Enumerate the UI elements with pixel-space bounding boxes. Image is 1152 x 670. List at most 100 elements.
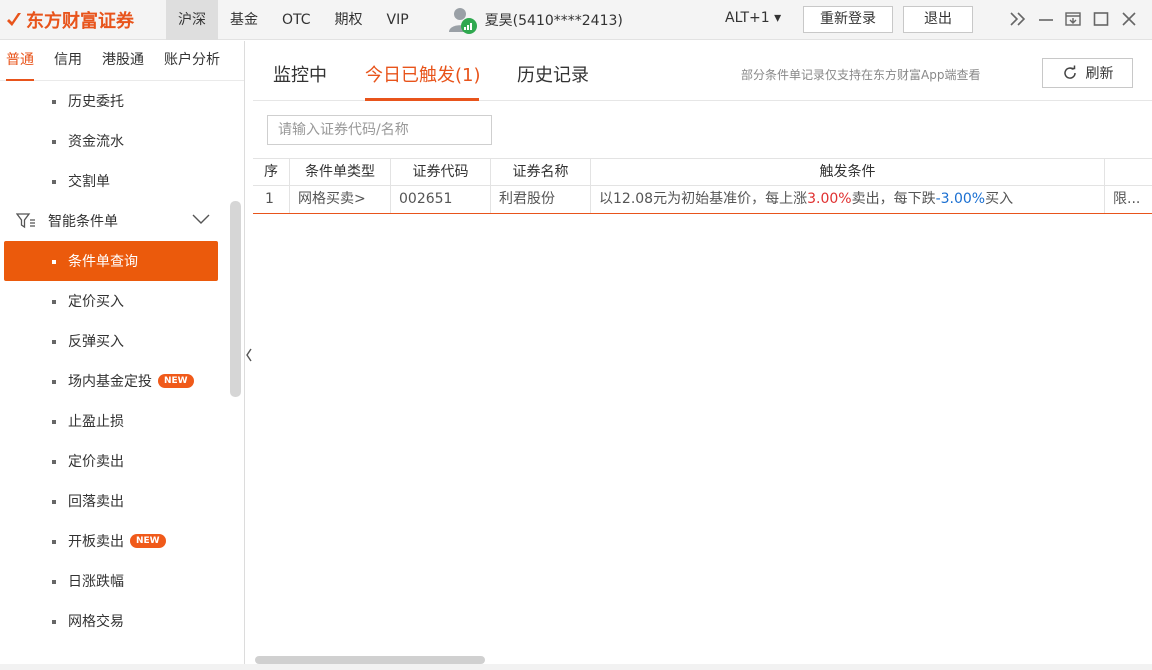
cell-more: 限... xyxy=(1113,191,1141,207)
search-input[interactable] xyxy=(267,115,492,145)
logout-button[interactable]: 退出 xyxy=(903,6,973,33)
cell-type-link[interactable]: 网格买卖> xyxy=(290,186,391,213)
market-tab-vip[interactable]: VIP xyxy=(375,0,421,40)
sidebar-scrollbar[interactable] xyxy=(230,201,241,397)
sidebar-group-label: 智能条件单 xyxy=(48,214,118,230)
sidebar-menu: 历史委托 资金流水 交割单 智能条件单 条件单查询 定价买入 反弹买入 场内基金… xyxy=(0,81,244,641)
sidebar-tab-hk-connect[interactable]: 港股通 xyxy=(102,41,144,81)
bullet-icon xyxy=(52,300,56,304)
market-tab-otc[interactable]: OTC xyxy=(270,0,323,40)
bottom-edge xyxy=(0,664,1152,670)
table-row[interactable]: 1 网格买卖> 002651 利君股份 以12.08元为初始基准价，每上涨3.0… xyxy=(253,186,1152,214)
maximize-icon[interactable] xyxy=(1090,8,1112,30)
condition-down-pct: -3.00% xyxy=(935,191,986,207)
sidebar-item-open-board-sell[interactable]: 开板卖出 NEW xyxy=(0,521,244,561)
active-tab-indicator xyxy=(365,98,479,101)
sidebar-item-label: 条件单查询 xyxy=(68,254,138,270)
logo-text: 东方财富证券 xyxy=(26,10,134,32)
cell-condition: 以12.08元为初始基准价，每上涨3.00%卖出，每下跌-3.00%买入 xyxy=(591,186,1105,213)
sidebar-item-rebound-buy[interactable]: 反弹买入 xyxy=(0,321,244,361)
refresh-button[interactable]: 刷新 xyxy=(1042,58,1133,88)
sidebar-item-label: 网格交易 xyxy=(68,614,124,630)
bullet-icon xyxy=(52,460,56,464)
market-tab-fund[interactable]: 基金 xyxy=(218,0,270,40)
sidebar-item-fund-invest[interactable]: 场内基金定投 NEW xyxy=(0,361,244,401)
bullet-icon xyxy=(52,420,56,424)
cell-code: 002651 xyxy=(391,186,491,213)
header-name[interactable]: 证券名称 xyxy=(491,159,591,186)
double-chevron-right-icon[interactable] xyxy=(1007,8,1029,30)
main-tabs: 监控中 今日已触发(1) 历史记录 部分条件单记录仅支持在东方财富App端查看 … xyxy=(253,41,1152,101)
header-condition[interactable]: 触发条件 xyxy=(591,159,1105,186)
tab-history[interactable]: 历史记录 xyxy=(517,61,589,87)
bullet-icon xyxy=(52,140,56,144)
sidebar-item-limit-buy[interactable]: 定价买入 xyxy=(0,281,244,321)
sidebar-group-smart-orders[interactable]: 智能条件单 xyxy=(0,201,244,241)
sidebar-item-label: 资金流水 xyxy=(68,134,124,150)
refresh-label: 刷新 xyxy=(1085,66,1114,82)
sidebar-tab-account-analysis[interactable]: 账户分析 xyxy=(164,41,220,81)
refresh-icon xyxy=(1063,65,1076,79)
sidebar-item-label: 交割单 xyxy=(68,174,110,190)
relogin-button[interactable]: 重新登录 xyxy=(803,6,893,33)
sidebar-item-daily-change[interactable]: 日涨跌幅 xyxy=(0,561,244,601)
condition-text: 卖出，每下跌 xyxy=(851,191,936,207)
sidebar-item-label: 场内基金定投 xyxy=(68,374,152,390)
sidebar-tabs: 普通 信用 港股通 账户分析 xyxy=(0,41,244,81)
bullet-icon xyxy=(52,340,56,344)
sidebar-item-delivery[interactable]: 交割单 xyxy=(0,161,244,201)
header-more xyxy=(1105,159,1152,186)
sidebar-item-history-orders[interactable]: 历史委托 xyxy=(0,81,244,121)
bullet-icon xyxy=(52,620,56,624)
bullet-icon xyxy=(52,540,56,544)
sidebar-item-label: 定价卖出 xyxy=(68,454,124,470)
new-badge: NEW xyxy=(158,374,194,388)
app-only-note: 部分条件单记录仅支持在东方财富App端查看 xyxy=(741,68,981,82)
sidebar-item-label: 日涨跌幅 xyxy=(68,574,124,590)
horizontal-scrollbar[interactable] xyxy=(255,656,485,664)
cell-name: 利君股份 xyxy=(491,186,591,213)
header-seq: 序 xyxy=(253,159,290,186)
sidebar-item-label: 开板卖出 xyxy=(68,534,124,550)
sidebar-item-fund-flow[interactable]: 资金流水 xyxy=(0,121,244,161)
account-switch-dropdown[interactable]: ALT+1 ▾ xyxy=(725,10,781,26)
minimize-icon[interactable] xyxy=(1035,8,1057,30)
sidebar-item-label: 定价买入 xyxy=(68,294,124,310)
market-tab-options[interactable]: 期权 xyxy=(323,0,375,40)
sidebar-item-stop-profit-loss[interactable]: 止盈止损 xyxy=(0,401,244,441)
collapse-sidebar-handle[interactable] xyxy=(245,340,253,370)
sidebar-item-grid-trade[interactable]: 网格交易 xyxy=(0,601,244,641)
user-account[interactable]: 夏昊(5410****2413) xyxy=(447,6,623,34)
sidebar-item-label: 反弹买入 xyxy=(68,334,124,350)
tab-monitoring[interactable]: 监控中 xyxy=(273,61,327,87)
main-panel: 监控中 今日已触发(1) 历史记录 部分条件单记录仅支持在东方财富App端查看 … xyxy=(253,41,1152,670)
user-name: 夏昊(5410****2413) xyxy=(484,12,623,29)
sidebar-item-order-query[interactable]: 条件单查询 xyxy=(4,241,218,281)
filter-icon xyxy=(16,213,35,229)
bullet-icon xyxy=(52,580,56,584)
sidebar-tab-credit[interactable]: 信用 xyxy=(54,41,82,81)
chevron-down-icon xyxy=(192,214,210,224)
sidebar-item-limit-sell[interactable]: 定价卖出 xyxy=(0,441,244,481)
bullet-icon xyxy=(52,260,56,264)
header-type[interactable]: 条件单类型 xyxy=(290,159,391,186)
logo-mark-icon xyxy=(7,12,21,26)
sidebar-tab-normal[interactable]: 普通 xyxy=(6,41,34,81)
tab-triggered-today[interactable]: 今日已触发(1) xyxy=(365,61,481,87)
bullet-icon xyxy=(52,380,56,384)
chevron-left-icon xyxy=(246,348,252,362)
table-header: 序 条件单类型 证券代码 证券名称 触发条件 xyxy=(253,158,1152,186)
pin-window-icon[interactable] xyxy=(1062,8,1084,30)
market-tab-hushen[interactable]: 沪深 xyxy=(166,0,218,40)
header-code[interactable]: 证券代码 xyxy=(391,159,491,186)
app-logo: 东方财富证券 xyxy=(0,0,166,40)
condition-text: 以12.08元为初始基准价，每上涨 xyxy=(599,191,808,207)
bullet-icon xyxy=(52,180,56,184)
user-avatar-icon xyxy=(448,7,477,34)
sidebar: 普通 信用 港股通 账户分析 历史委托 资金流水 交割单 智能条件单 条件单查询… xyxy=(0,41,245,670)
sidebar-item-pullback-sell[interactable]: 回落卖出 xyxy=(0,481,244,521)
market-tabs: 沪深 基金 OTC 期权 VIP xyxy=(166,0,421,40)
cell-seq: 1 xyxy=(253,186,290,213)
close-icon[interactable] xyxy=(1118,8,1140,30)
sidebar-item-label: 历史委托 xyxy=(68,94,124,110)
